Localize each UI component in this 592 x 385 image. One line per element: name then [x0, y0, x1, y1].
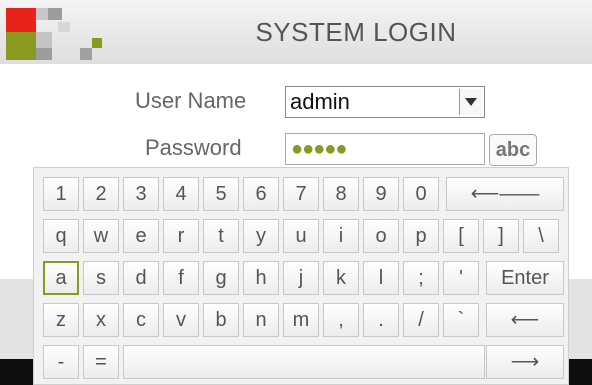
left-arrow-key[interactable]: ⟵	[486, 303, 564, 337]
key-3-5[interactable]: n	[243, 303, 279, 337]
key-0-9[interactable]: 0	[403, 177, 439, 211]
key-3-8[interactable]: .	[363, 303, 399, 337]
key-4-0[interactable]: -	[43, 345, 79, 379]
key-0-3[interactable]: 4	[163, 177, 199, 211]
password-value: ●●●●●	[291, 138, 347, 160]
key-2-10[interactable]: '	[443, 261, 479, 295]
key-0-0[interactable]: 1	[43, 177, 79, 211]
key-1-11[interactable]: ]	[483, 219, 519, 253]
key-2-1[interactable]: s	[83, 261, 119, 295]
key-2-0[interactable]: a	[43, 261, 79, 295]
username-label: User Name	[135, 88, 247, 113]
space-key[interactable]	[123, 345, 485, 379]
key-2-6[interactable]: j	[283, 261, 319, 295]
enter-key[interactable]: Enter	[486, 261, 564, 295]
key-1-4[interactable]: t	[203, 219, 239, 253]
header-bar: SYSTEM LOGIN	[0, 0, 592, 64]
chevron-down-icon	[465, 98, 477, 106]
key-2-3[interactable]: f	[163, 261, 199, 295]
key-1-0[interactable]: q	[43, 219, 79, 253]
key-2-4[interactable]: g	[203, 261, 239, 295]
key-3-6[interactable]: m	[283, 303, 319, 337]
key-1-8[interactable]: o	[363, 219, 399, 253]
key-4-1[interactable]: =	[83, 345, 119, 379]
key-3-0[interactable]: z	[43, 303, 79, 337]
key-3-2[interactable]: c	[123, 303, 159, 337]
logo	[0, 0, 110, 64]
key-3-9[interactable]: /	[403, 303, 439, 337]
backspace-key[interactable]: ⟵——	[446, 177, 564, 211]
key-2-9[interactable]: ;	[403, 261, 439, 295]
key-1-3[interactable]: r	[163, 219, 199, 253]
key-3-4[interactable]: b	[203, 303, 239, 337]
key-1-10[interactable]: [	[443, 219, 479, 253]
key-0-6[interactable]: 7	[283, 177, 319, 211]
key-0-5[interactable]: 6	[243, 177, 279, 211]
key-2-7[interactable]: k	[323, 261, 359, 295]
virtual-keyboard: 1 2 3 4 5 6 7 8 9 0 ⟵—— q w e r t y u i o p[] \ a s d f g h j k l; ' Ent…	[33, 167, 569, 385]
key-3-3[interactable]: v	[163, 303, 199, 337]
key-1-6[interactable]: u	[283, 219, 319, 253]
page-title: SYSTEM LOGIN	[255, 17, 457, 47]
key-0-4[interactable]: 5	[203, 177, 239, 211]
key-2-8[interactable]: l	[363, 261, 399, 295]
key-1-12[interactable]: \	[523, 219, 559, 253]
key-1-2[interactable]: e	[123, 219, 159, 253]
right-arrow-key[interactable]: ⟶	[486, 345, 564, 379]
key-1-5[interactable]: y	[243, 219, 279, 253]
key-0-2[interactable]: 3	[123, 177, 159, 211]
key-2-5[interactable]: h	[243, 261, 279, 295]
key-1-9[interactable]: p	[403, 219, 439, 253]
key-0-1[interactable]: 2	[83, 177, 119, 211]
key-3-1[interactable]: x	[83, 303, 119, 337]
dropdown-button[interactable]	[459, 89, 482, 115]
key-3-10[interactable]: `	[443, 303, 479, 337]
username-value: admin	[290, 89, 350, 114]
key-0-8[interactable]: 9	[363, 177, 399, 211]
input-mode-button[interactable]: abc	[489, 134, 537, 166]
username-select[interactable]: admin	[285, 86, 485, 118]
key-1-1[interactable]: w	[83, 219, 119, 253]
key-3-7[interactable]: ,	[323, 303, 359, 337]
password-input[interactable]: ●●●●●	[285, 133, 485, 165]
key-0-7[interactable]: 8	[323, 177, 359, 211]
key-1-7[interactable]: i	[323, 219, 359, 253]
password-label: Password	[145, 135, 242, 160]
key-2-2[interactable]: d	[123, 261, 159, 295]
